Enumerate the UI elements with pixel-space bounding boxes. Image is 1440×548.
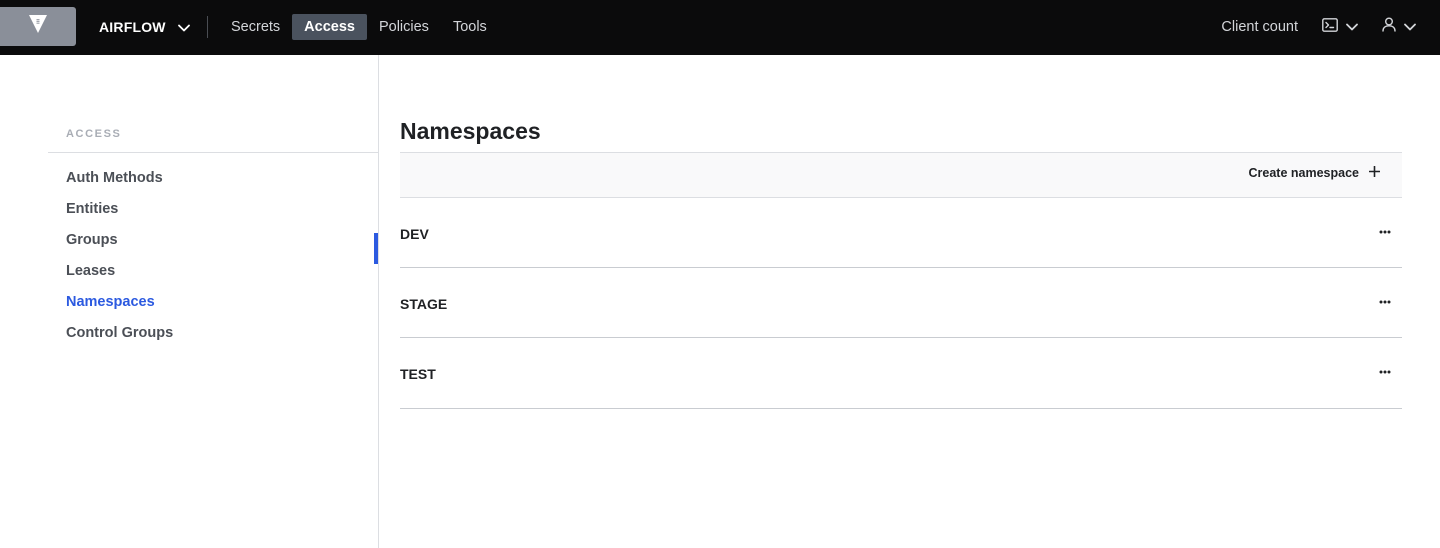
sidebar-item-namespaces[interactable]: Namespaces — [66, 294, 173, 325]
namespace-picker-label: AIRFLOW — [99, 19, 166, 35]
create-namespace-button[interactable]: Create namespace — [1248, 165, 1381, 180]
chevron-down-icon — [1404, 18, 1416, 36]
nav-tools[interactable]: Tools — [441, 14, 499, 40]
nav-policies[interactable]: Policies — [367, 14, 441, 40]
more-options-icon[interactable] — [1378, 364, 1392, 380]
more-options-icon[interactable] — [1378, 294, 1392, 310]
namespace-name: DEV — [400, 226, 429, 242]
user-menu-button[interactable] — [1382, 17, 1416, 37]
top-nav-bar: AIRFLOW Secrets Access Policies Tools Cl… — [0, 0, 1440, 55]
nav-divider — [207, 16, 208, 38]
sidebar-heading: ACCESS — [66, 128, 122, 140]
sidebar-item-groups[interactable]: Groups — [66, 232, 173, 263]
namespace-name: TEST — [400, 366, 436, 382]
nav-secrets[interactable]: Secrets — [219, 14, 292, 40]
sidebar-menu: Auth Methods Entities Groups Leases Name… — [66, 170, 173, 356]
toolbar: Create namespace — [400, 152, 1402, 198]
console-menu-button[interactable] — [1322, 17, 1358, 37]
user-icon — [1382, 17, 1396, 37]
list-item[interactable]: TEST — [400, 338, 1402, 409]
chevron-down-icon — [177, 19, 190, 35]
sidebar: ACCESS Auth Methods Entities Groups Leas… — [0, 55, 379, 548]
sidebar-active-indicator — [374, 233, 378, 264]
create-namespace-label: Create namespace — [1248, 166, 1359, 180]
namespace-picker[interactable]: AIRFLOW — [99, 16, 190, 38]
list-item[interactable]: STAGE — [400, 268, 1402, 338]
main-nav: Secrets Access Policies Tools — [219, 14, 499, 40]
namespace-list: DEV STAGE TEST — [400, 198, 1402, 409]
page-title: Namespaces — [400, 118, 541, 144]
list-item[interactable]: DEV — [400, 198, 1402, 268]
namespace-name: STAGE — [400, 296, 448, 312]
nav-access[interactable]: Access — [292, 14, 367, 40]
chevron-down-icon — [1346, 18, 1358, 36]
more-options-icon[interactable] — [1378, 224, 1392, 240]
vault-logo-icon — [28, 14, 48, 39]
client-count-link[interactable]: Client count — [1221, 19, 1298, 35]
terminal-icon — [1322, 17, 1338, 37]
nav-right: Client count — [1221, 14, 1416, 40]
sidebar-item-auth-methods[interactable]: Auth Methods — [66, 170, 173, 201]
sidebar-item-control-groups[interactable]: Control Groups — [66, 325, 173, 356]
home-logo-link[interactable] — [0, 7, 76, 46]
sidebar-item-leases[interactable]: Leases — [66, 263, 173, 294]
sidebar-item-entities[interactable]: Entities — [66, 201, 173, 232]
plus-icon — [1368, 165, 1381, 180]
sidebar-divider — [48, 152, 379, 153]
